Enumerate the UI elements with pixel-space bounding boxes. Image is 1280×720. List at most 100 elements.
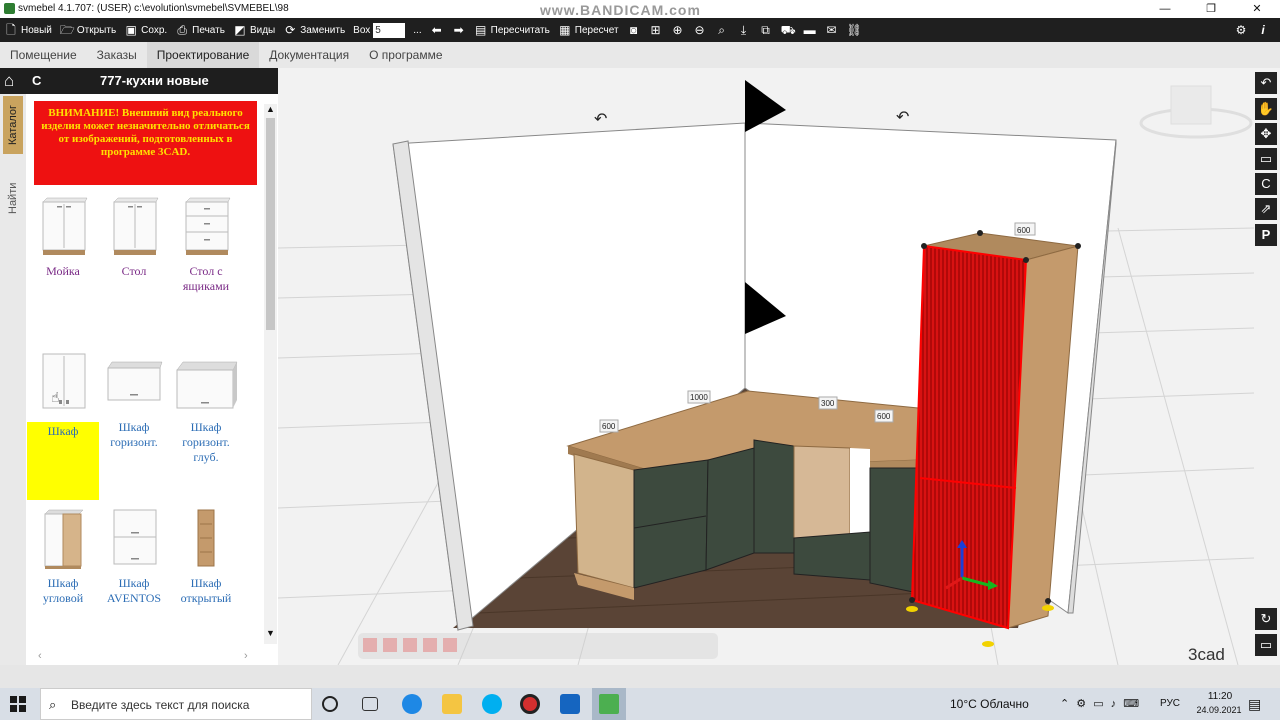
cortana-icon[interactable]: [322, 696, 338, 712]
tab-about[interactable]: О программе: [359, 42, 452, 68]
file-explorer-icon[interactable]: [442, 694, 462, 714]
zoom-button[interactable]: ⌕: [711, 18, 733, 42]
clock-date[interactable]: 24.09.2021: [1187, 705, 1251, 715]
recross-button[interactable]: ▦ Пересчет: [554, 18, 623, 42]
link-button[interactable]: ⛓: [843, 18, 865, 42]
catalog-item-horizontal-cabinet[interactable]: Шкаф горизонт.: [98, 352, 170, 450]
scroll-left-arrow-icon[interactable]: ‹: [38, 650, 42, 662]
dimension-label-c: 300: [821, 399, 835, 408]
views-icon: ◩: [234, 23, 246, 37]
bottom-mini-toolbar[interactable]: [358, 633, 718, 659]
cart-icon: ⛟: [780, 23, 796, 37]
copy-button[interactable]: ⧉: [755, 18, 777, 42]
bandicam-icon[interactable]: [520, 694, 540, 714]
print-button[interactable]: ⎙ Печать: [171, 18, 229, 42]
edge-icon[interactable]: [402, 694, 422, 714]
tab-catalog[interactable]: Каталог: [3, 96, 23, 154]
windows-start-icon[interactable]: [10, 696, 26, 712]
open-button[interactable]: 🗁 Открыть: [56, 18, 120, 42]
zoom-fit-button[interactable]: ⊞: [645, 18, 667, 42]
export-button[interactable]: ⇗: [1255, 198, 1277, 220]
minimize-button[interactable]: —: [1142, 0, 1188, 18]
folder-open-icon: 🗁: [59, 23, 75, 37]
recalc-button[interactable]: ▤ Пересчитать: [470, 18, 554, 42]
tab-room[interactable]: Помещение: [0, 42, 87, 68]
move-tool-button[interactable]: ✥: [1255, 123, 1277, 145]
more-button[interactable]: ...: [409, 18, 425, 42]
photos-icon[interactable]: [560, 694, 580, 714]
input-language[interactable]: РУС: [1160, 698, 1180, 709]
mail-button[interactable]: ✉: [821, 18, 843, 42]
catalog-prefix: С: [32, 73, 42, 88]
catalog-title: 777-кухни новые: [100, 73, 209, 88]
info-button[interactable]: i: [1252, 18, 1280, 42]
settings-button[interactable]: ⚙: [1230, 18, 1252, 42]
3d-viewport[interactable]: ↶ ↶ 600 1000 300 600 600 3cad: [278, 68, 1254, 665]
taskbar-search-box[interactable]: ⌕ Введите здесь текст для поиска: [40, 688, 312, 720]
properties-button[interactable]: P: [1255, 224, 1277, 246]
catalog-item-corner-cabinet[interactable]: Шкаф угловой: [27, 508, 99, 606]
svmebel-taskbar-app[interactable]: [592, 688, 626, 720]
download-button[interactable]: ⤓: [733, 18, 755, 42]
views-button[interactable]: ◩ Виды: [229, 18, 279, 42]
catalog-item-wall-cabinet-label[interactable]: Шкаф: [27, 422, 99, 500]
tab-orders[interactable]: Заказы: [87, 42, 147, 68]
undo-button[interactable]: ↶: [1255, 72, 1277, 94]
rotate-left-icon[interactable]: ↶: [594, 111, 607, 128]
camera-button[interactable]: ◙: [623, 18, 645, 42]
screen-button[interactable]: ▭: [1255, 634, 1277, 656]
scroll-thumb[interactable]: [266, 118, 275, 330]
catalog-item-aventos-cabinet[interactable]: Шкаф AVENTOS: [98, 508, 170, 606]
hand-tool-button[interactable]: ✋: [1255, 98, 1277, 120]
catalog-item-table[interactable]: Стол: [98, 196, 170, 279]
tab-design[interactable]: Проектирование: [146, 42, 260, 68]
weather-widget[interactable]: 10°C Облачно: [950, 697, 1029, 711]
cart-button[interactable]: ⛟: [777, 18, 799, 42]
arrow-right-button[interactable]: ➡: [448, 18, 470, 42]
vox-input[interactable]: [373, 22, 406, 38]
task-view-icon[interactable]: [362, 697, 378, 711]
catalog-vertical-scrollbar[interactable]: ▲ ▼: [264, 104, 277, 644]
arrow-left-button[interactable]: ⬅: [426, 18, 448, 42]
home-icon[interactable]: ⌂: [4, 71, 14, 91]
refresh-view-button[interactable]: ↻: [1255, 608, 1277, 630]
system-tray-icons[interactable]: ⌃ ⚙ ▭ ♪ ⌨: [1060, 697, 1141, 710]
skype-icon[interactable]: [482, 694, 502, 714]
tab-documentation[interactable]: Документация: [259, 42, 359, 68]
restore-button[interactable]: ❐: [1188, 0, 1234, 18]
zoom-in-button[interactable]: ⊕: [667, 18, 689, 42]
copy-icon: ⧉: [761, 23, 770, 37]
catalog-item-open-cabinet[interactable]: Шкаф открытый: [170, 508, 242, 606]
dimension-label-a: 600: [602, 422, 616, 431]
notification-icon[interactable]: ▤: [1248, 696, 1261, 713]
catalog-item-label: Стол: [121, 264, 147, 278]
search-icon: ⌕: [49, 697, 57, 712]
new-button[interactable]: 🗋 Новый: [0, 18, 56, 42]
folder-button[interactable]: ▬: [799, 18, 821, 42]
rotate-right-icon[interactable]: ↶: [896, 109, 909, 126]
scroll-up-arrow-icon[interactable]: ▲: [264, 104, 277, 117]
zoom-out-button[interactable]: ⊖: [689, 18, 711, 42]
side-tabs: Каталог Найти: [0, 94, 26, 665]
app-icon: [4, 3, 15, 14]
scroll-right-arrow-icon[interactable]: ›: [244, 650, 248, 662]
rotate-tool-button[interactable]: C: [1255, 173, 1277, 195]
catalog-item-wall-cabinet[interactable]: ☝: [27, 352, 99, 420]
catalog-item-sink[interactable]: Мойка: [27, 196, 99, 279]
catalog-horizontal-scrollbar[interactable]: ‹ ›: [34, 650, 256, 662]
clock-time[interactable]: 11:20: [1200, 691, 1240, 702]
scroll-down-arrow-icon[interactable]: ▼: [264, 628, 277, 641]
catalog-item-drawer-table[interactable]: Стол с ящиками: [170, 196, 242, 294]
view-cube-icon[interactable]: [1139, 85, 1253, 139]
catalog-panel: ⌂ С 777-кухни новые Каталог Найти ВНИМАН…: [0, 68, 278, 665]
catalog-item-deep-horizontal-cabinet[interactable]: Шкаф горизонт. глуб.: [170, 352, 242, 465]
tab-find[interactable]: Найти: [3, 170, 23, 226]
save-button[interactable]: ▣ Сохр.: [120, 18, 171, 42]
close-button[interactable]: ✕: [1234, 0, 1280, 18]
open-cabinet-thumbnail: [170, 508, 242, 570]
download-icon: ⤓: [740, 23, 747, 37]
replace-button[interactable]: ⟳ Заменить: [279, 18, 349, 42]
export-icon: ⇗: [1260, 201, 1272, 216]
ruler-button[interactable]: ▭: [1255, 148, 1277, 170]
arrow-left-icon: ⬅: [431, 23, 442, 37]
